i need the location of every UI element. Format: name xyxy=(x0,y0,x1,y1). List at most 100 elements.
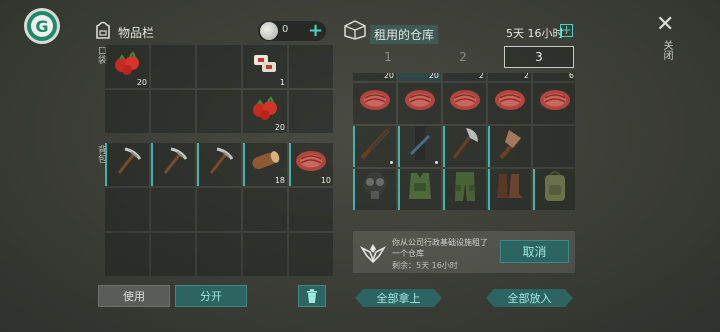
pickaxe-icon xyxy=(203,145,235,181)
backpack-slot[interactable] xyxy=(243,233,287,276)
split-button[interactable]: 分开 xyxy=(175,285,247,307)
warehouse-slot[interactable]: 20 xyxy=(353,73,396,81)
meat-icon xyxy=(293,149,329,177)
backpack-icon xyxy=(94,20,112,40)
pocket-slot[interactable]: 1 xyxy=(243,45,287,88)
pocket-slot[interactable] xyxy=(151,45,195,88)
warehouse-slot[interactable] xyxy=(488,126,531,167)
ammo-indicator xyxy=(435,161,438,164)
backpack-slot[interactable] xyxy=(289,188,333,231)
pocket-slot[interactable]: 20 xyxy=(105,45,149,88)
warehouse-slot[interactable] xyxy=(533,169,575,210)
warehouse-slot[interactable] xyxy=(533,83,575,124)
item-count: 1 xyxy=(279,78,285,87)
tomato-icon xyxy=(112,50,142,80)
backpack-slot[interactable] xyxy=(243,188,287,231)
warehouse-slot[interactable] xyxy=(533,126,575,167)
tab-1[interactable]: 1 xyxy=(353,46,423,68)
warehouse-grid: 20 20 2 2 6 xyxy=(353,73,575,210)
bandage-icon xyxy=(251,49,279,81)
cleaver-icon xyxy=(491,124,529,166)
gas-mask-icon xyxy=(358,169,392,207)
bottle-icon xyxy=(500,73,520,76)
tab-2[interactable]: 2 xyxy=(428,46,498,68)
backpack-slot[interactable] xyxy=(105,143,149,186)
notice-remaining: 剩余：5天 16小时 xyxy=(392,261,458,270)
item-count: 6 xyxy=(568,73,574,80)
coin-icon xyxy=(260,22,278,40)
meat-icon xyxy=(357,88,393,116)
warehouse-slot[interactable] xyxy=(398,169,441,210)
pickaxe-icon xyxy=(157,145,189,181)
warehouse-slot[interactable] xyxy=(443,126,486,167)
shotgun-icon xyxy=(401,124,439,166)
backpack-grid: 18 10 xyxy=(105,143,333,276)
backpack-icon xyxy=(540,169,570,207)
tab-3[interactable]: 3 xyxy=(504,46,574,68)
warehouse-slot[interactable] xyxy=(353,126,396,167)
put-all-button[interactable]: 全部放入 xyxy=(486,289,573,307)
pants-icon xyxy=(450,169,480,207)
log-icon xyxy=(248,149,282,177)
warehouse-slot[interactable]: 20 xyxy=(398,73,441,81)
backpack-slot[interactable] xyxy=(151,188,195,231)
pickaxe-icon xyxy=(111,145,143,181)
pocket-slot[interactable] xyxy=(105,90,149,133)
warehouse-slot[interactable] xyxy=(488,169,531,210)
backpack-slot[interactable] xyxy=(197,233,241,276)
water-icon xyxy=(545,73,565,76)
warehouse-slot[interactable] xyxy=(443,169,486,210)
backpack-slot[interactable] xyxy=(105,233,149,276)
pocket-slot[interactable]: 20 xyxy=(243,90,287,133)
pocket-slot[interactable] xyxy=(197,90,241,133)
meat-icon xyxy=(537,88,573,116)
vest-icon xyxy=(403,169,437,207)
backpack-slot[interactable] xyxy=(151,233,195,276)
backpack-slot[interactable] xyxy=(151,143,195,186)
warehouse-slot[interactable]: 2 xyxy=(488,73,531,81)
pocket-slot[interactable] xyxy=(289,90,333,133)
warehouse-slot[interactable] xyxy=(488,83,531,124)
trash-button[interactable] xyxy=(298,285,326,307)
boots-icon xyxy=(493,170,527,206)
warehouse-viewport[interactable]: 20 20 2 2 6 xyxy=(353,73,575,227)
warehouse-slot[interactable] xyxy=(353,83,396,124)
trash-icon xyxy=(307,289,317,303)
warehouse-icon xyxy=(344,20,366,40)
warehouse-slot[interactable] xyxy=(353,169,396,210)
backpack-slot[interactable] xyxy=(197,188,241,231)
meat-icon xyxy=(447,88,483,116)
meat-icon xyxy=(402,88,438,116)
close-icon[interactable]: ✕ xyxy=(656,12,674,37)
meat-icon xyxy=(492,88,528,116)
item-count: 2 xyxy=(478,73,484,80)
backpack-slot[interactable] xyxy=(105,188,149,231)
warehouse-slot[interactable] xyxy=(398,83,441,124)
use-button[interactable]: 使用 xyxy=(98,285,170,307)
pocket-slot[interactable] xyxy=(289,45,333,88)
notice-text: 你从公司行政基础设施租了一个仓库 xyxy=(392,238,488,258)
pocket-slot[interactable] xyxy=(197,45,241,88)
backpack-slot[interactable]: 10 xyxy=(289,143,333,186)
pocket-slot[interactable] xyxy=(151,90,195,133)
backpack-slot[interactable]: 18 xyxy=(243,143,287,186)
extend-rental-button[interactable]: + xyxy=(560,24,573,37)
warehouse-slot[interactable]: 6 xyxy=(533,73,575,81)
warehouse-slot[interactable] xyxy=(398,126,441,167)
backpack-slot[interactable] xyxy=(289,233,333,276)
pocket-grid: 20 1 20 xyxy=(105,45,333,133)
backpack-slot[interactable] xyxy=(197,143,241,186)
item-count: 2 xyxy=(523,73,529,80)
game-logo[interactable]: G xyxy=(24,8,60,44)
warehouse-slot[interactable] xyxy=(443,83,486,124)
warehouse-slot[interactable]: 2 xyxy=(443,73,486,81)
ammo-indicator xyxy=(390,161,393,164)
add-coins-button[interactable]: + xyxy=(308,22,323,40)
take-all-button[interactable]: 全部拿上 xyxy=(355,289,442,307)
warehouse-title: 租用的仓库 xyxy=(370,25,439,44)
company-emblem-icon xyxy=(359,240,387,264)
item-count: 20 xyxy=(383,73,394,80)
item-count: 20 xyxy=(136,78,147,87)
cancel-button[interactable]: 取消 xyxy=(500,240,569,263)
close-label[interactable]: 关闭 xyxy=(660,40,672,60)
